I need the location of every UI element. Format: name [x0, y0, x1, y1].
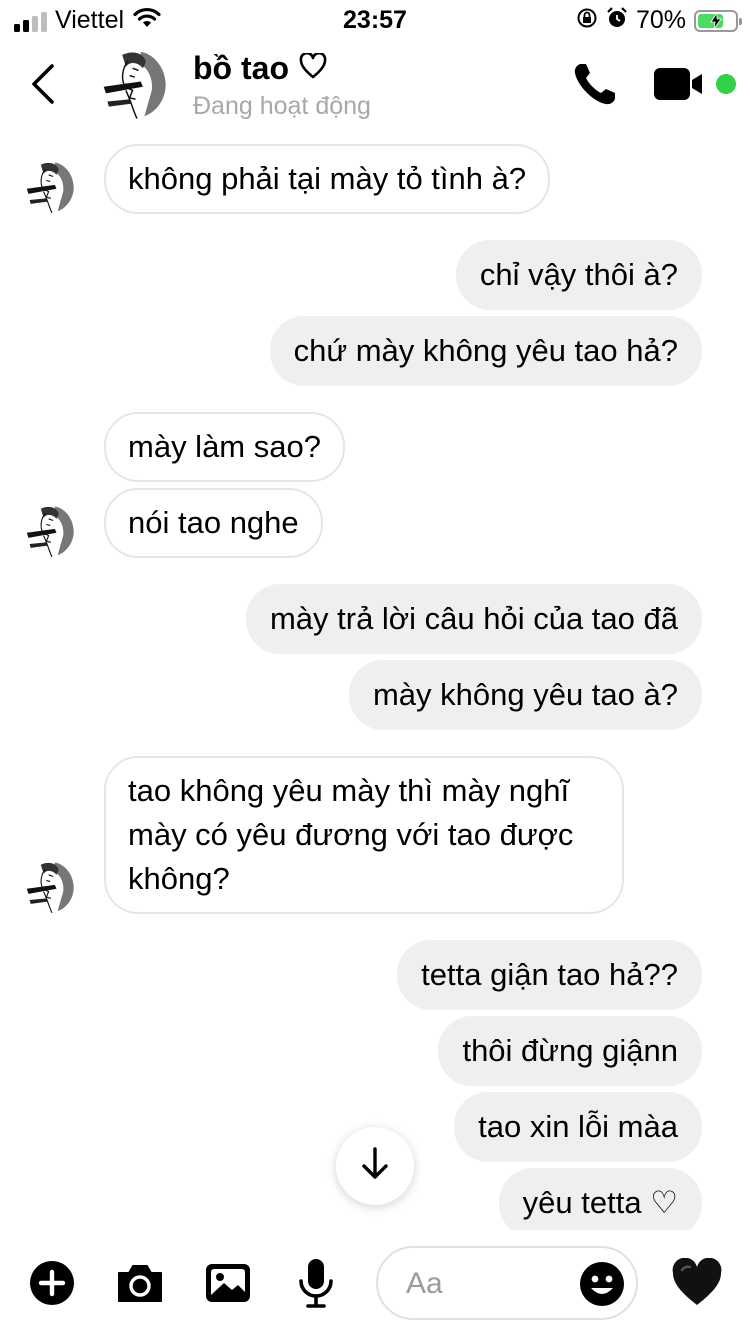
status-bar: Viettel 23:57 70%: [0, 0, 750, 40]
contact-name[interactable]: bồ tao: [193, 50, 327, 87]
outgoing-message[interactable]: mày không yêu tao à?: [348, 660, 702, 730]
avatar[interactable]: [24, 858, 80, 914]
message-input-box[interactable]: [376, 1246, 638, 1320]
phone-icon[interactable]: [571, 60, 619, 108]
plus-icon[interactable]: [27, 1258, 77, 1308]
incoming-message[interactable]: tao không yêu mày thì mày nghĩ mày có yê…: [104, 756, 624, 914]
heart-outline-icon: [299, 50, 327, 87]
battery-charging-icon: [694, 9, 742, 32]
active-status: Đang hoạt động: [193, 92, 371, 120]
incoming-message[interactable]: không phải tại mày tỏ tình à?: [104, 144, 551, 214]
contact-name-text: bồ tao: [193, 50, 289, 86]
camera-icon[interactable]: [115, 1258, 165, 1308]
incoming-message[interactable]: mày làm sao?: [104, 412, 345, 482]
gallery-icon[interactable]: [203, 1258, 253, 1308]
battery-percent: 70%: [635, 6, 686, 34]
avatar[interactable]: [100, 46, 174, 120]
outgoing-message[interactable]: tetta giận tao hả??: [397, 940, 702, 1010]
avatar[interactable]: [24, 502, 80, 558]
avatar[interactable]: [24, 158, 80, 214]
outgoing-message[interactable]: tao xin lỗi màa: [454, 1092, 702, 1162]
outgoing-message[interactable]: chỉ vậy thôi à?: [455, 240, 702, 310]
message-input[interactable]: [406, 1264, 566, 1304]
outgoing-message[interactable]: mày trả lời câu hỏi của tao đã: [245, 584, 702, 654]
back-icon[interactable]: [30, 60, 70, 108]
incoming-message[interactable]: nói tao nghe: [104, 488, 323, 558]
outgoing-message[interactable]: thôi đừng giậnn: [438, 1016, 702, 1086]
alarm-icon: [606, 7, 628, 34]
video-camera-icon[interactable]: [652, 64, 710, 104]
chat-header: bồ tao Đang hoạt động: [0, 40, 750, 132]
outgoing-message[interactable]: yêu tetta ♡: [498, 1168, 702, 1238]
microphone-icon[interactable]: [291, 1258, 341, 1308]
status-right: 70%: [576, 6, 742, 35]
scroll-to-bottom-button[interactable]: [336, 1127, 414, 1205]
smiley-icon[interactable]: [578, 1260, 626, 1308]
message-composer: [0, 1230, 750, 1334]
orientation-lock-icon: [576, 7, 598, 34]
arrow-down-icon: [360, 1146, 390, 1186]
online-indicator: [716, 74, 736, 94]
outgoing-message[interactable]: chứ mày không yêu tao hả?: [269, 316, 702, 386]
black-heart-icon[interactable]: [670, 1257, 724, 1308]
